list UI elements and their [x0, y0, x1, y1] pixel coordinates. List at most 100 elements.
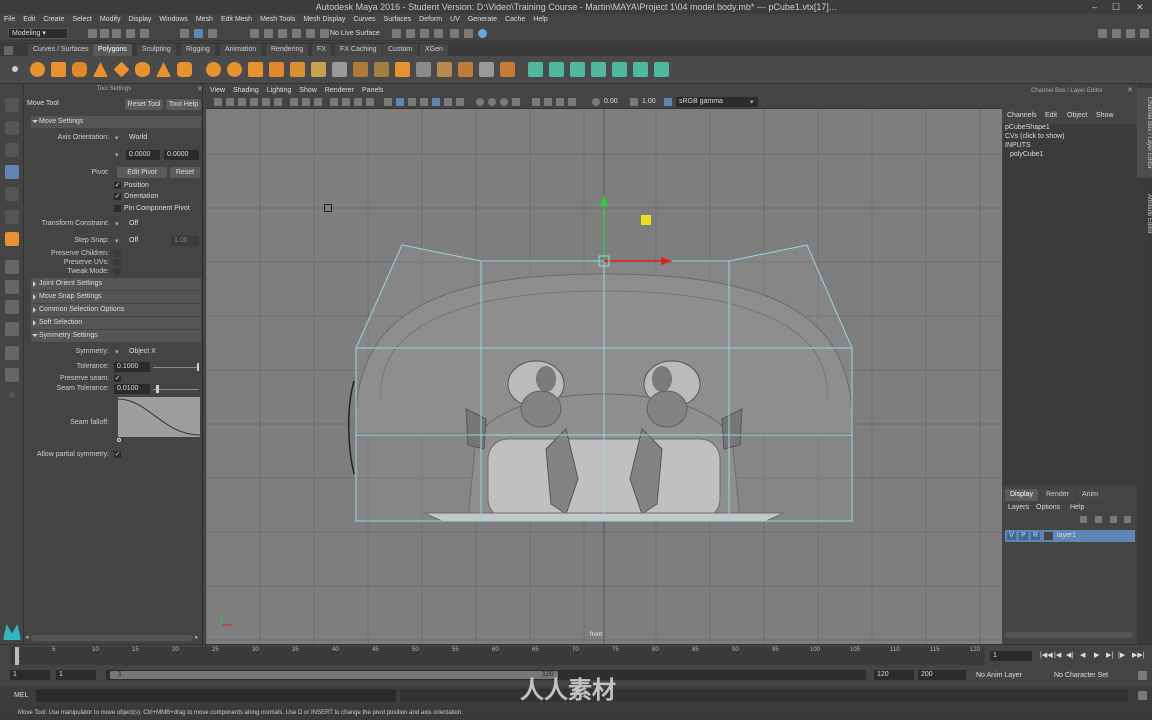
- menu-display[interactable]: Display: [124, 14, 155, 26]
- hypershade-icon[interactable]: [434, 29, 443, 38]
- paint-select-icon[interactable]: [5, 143, 19, 157]
- ambient-occlusion-icon[interactable]: [476, 98, 484, 106]
- curve-key-icon[interactable]: [117, 438, 121, 442]
- shape-node[interactable]: pCubeShape1: [1005, 124, 1050, 131]
- new-scene-icon[interactable]: [88, 29, 97, 38]
- panel-menu-shading[interactable]: Shading: [229, 86, 263, 96]
- new-layer-selected-icon[interactable]: [1124, 516, 1131, 523]
- side-tab-attribute-editor[interactable]: Attribute Editor: [1137, 184, 1152, 244]
- toggle-attr-icon[interactable]: [1126, 29, 1135, 38]
- boolean-icon[interactable]: [269, 62, 284, 77]
- layout-a-icon[interactable]: [5, 300, 19, 314]
- pin-component-pivot-checkbox[interactable]: [114, 205, 121, 212]
- scale-tool-icon[interactable]: [5, 210, 19, 224]
- shelf-tab-polygons[interactable]: Polygons: [93, 44, 132, 56]
- workspace-icon[interactable]: [1098, 29, 1107, 38]
- layer-tab-display[interactable]: Display: [1005, 489, 1038, 501]
- bookmark-icon[interactable]: [238, 98, 246, 106]
- uv-planar-icon[interactable]: [528, 62, 543, 77]
- shelf-tab-animation[interactable]: Animation: [220, 44, 262, 56]
- multi-cut-icon[interactable]: [332, 62, 347, 77]
- menu-uv[interactable]: UV: [446, 14, 464, 26]
- go-to-end-button[interactable]: ▶▶|: [1132, 651, 1145, 659]
- color-management-icon[interactable]: [664, 98, 672, 106]
- edit-menu[interactable]: Edit: [1045, 112, 1057, 119]
- joint-orient-section[interactable]: Joint Orient Settings: [31, 278, 201, 290]
- anim-layer-dropdown[interactable]: No Anim Layer: [976, 672, 1022, 679]
- save-scene-icon[interactable]: [112, 29, 121, 38]
- close-icon[interactable]: ✕: [1127, 86, 1133, 94]
- shelf-tab-fx-caching[interactable]: FX Caching: [335, 44, 382, 56]
- open-scene-icon[interactable]: [100, 29, 109, 38]
- backface-icon[interactable]: [568, 98, 576, 106]
- redo-icon[interactable]: [140, 29, 149, 38]
- mel-label[interactable]: MEL: [14, 692, 28, 699]
- extra-dot-icon[interactable]: [9, 392, 15, 398]
- shelf-menu-icon[interactable]: [12, 66, 18, 72]
- merge-icon[interactable]: [500, 62, 515, 77]
- render-view-icon[interactable]: [450, 29, 459, 38]
- exposure-field[interactable]: 0.00: [604, 98, 618, 105]
- panel-menu-renderer[interactable]: Renderer: [321, 86, 358, 96]
- snap-surface-icon[interactable]: [306, 29, 315, 38]
- menu-edit-mesh[interactable]: Edit Mesh: [217, 14, 256, 26]
- append-icon[interactable]: [458, 62, 473, 77]
- wireframe-on-shaded-icon[interactable]: [408, 98, 416, 106]
- menu-windows[interactable]: Windows: [155, 14, 191, 26]
- toggle-panel-icon[interactable]: [1112, 29, 1121, 38]
- scene-start-field[interactable]: 1: [10, 670, 50, 680]
- help-menu[interactable]: Help: [1070, 504, 1084, 511]
- color-space-dropdown[interactable]: sRGB gamma ▾: [676, 97, 758, 107]
- step-value-field[interactable]: 1.00: [171, 236, 199, 246]
- film-gate-icon[interactable]: [302, 98, 310, 106]
- layer-row[interactable]: V P R layer1: [1005, 530, 1135, 542]
- tweak-mode-checkbox[interactable]: [114, 268, 121, 275]
- step-back-frame-button[interactable]: ◀|: [1066, 651, 1073, 659]
- seam-tolerance-slider-handle[interactable]: [156, 385, 159, 393]
- menu-mesh[interactable]: Mesh: [192, 14, 217, 26]
- camera-attributes-icon[interactable]: [226, 98, 234, 106]
- live-surface-icon[interactable]: [320, 29, 329, 38]
- character-set-dropdown[interactable]: No Character Set: [1054, 672, 1108, 679]
- close-button[interactable]: ✕: [1136, 0, 1144, 14]
- transform-constraint-dropdown[interactable]: Off: [129, 220, 138, 227]
- poly-cube-icon[interactable]: [51, 62, 66, 77]
- step-forward-key-button[interactable]: |▶: [1118, 651, 1125, 659]
- orientation-checkbox[interactable]: ✓: [114, 193, 121, 200]
- menu-mesh-display[interactable]: Mesh Display: [299, 14, 349, 26]
- smooth-shade-icon[interactable]: [396, 98, 404, 106]
- uv-checker-icon[interactable]: [633, 62, 648, 77]
- go-to-start-button[interactable]: |◀◀: [1040, 651, 1053, 659]
- target-weld-icon[interactable]: [353, 62, 368, 77]
- reset-pivot-button[interactable]: Reset: [170, 167, 200, 178]
- move-layer-up-icon[interactable]: [1080, 516, 1087, 523]
- command-input[interactable]: [36, 689, 396, 702]
- playback-end-field[interactable]: 120: [874, 670, 914, 680]
- snap-point-icon[interactable]: [278, 29, 287, 38]
- range-track[interactable]: 1 120: [106, 670, 866, 680]
- pcube-wireframe[interactable]: [355, 244, 853, 522]
- lasso-tool-icon[interactable]: [5, 121, 19, 135]
- field-chart-icon[interactable]: [342, 98, 350, 106]
- layer-tab-render[interactable]: Render: [1041, 489, 1074, 501]
- shelf-tab-sculpting[interactable]: Sculpting: [137, 44, 176, 56]
- seam-falloff-curve[interactable]: [118, 397, 200, 437]
- menu-mesh-tools[interactable]: Mesh Tools: [256, 14, 299, 26]
- snap-view-icon[interactable]: [292, 29, 301, 38]
- render-icon[interactable]: [392, 29, 401, 38]
- bridge-icon[interactable]: [416, 62, 431, 77]
- xray-joints-icon[interactable]: [544, 98, 552, 106]
- new-layer-icon[interactable]: [1110, 516, 1117, 523]
- options-menu[interactable]: Options: [1036, 504, 1060, 511]
- snap-curve-icon[interactable]: [264, 29, 273, 38]
- layer-visibility-toggle[interactable]: V: [1007, 532, 1016, 540]
- panel-menu-view[interactable]: View: [206, 86, 229, 96]
- script-editor-icon[interactable]: [1138, 691, 1147, 700]
- layout-b-icon[interactable]: [5, 322, 19, 336]
- render-settings-icon[interactable]: [420, 29, 429, 38]
- isolate-select-icon[interactable]: [532, 98, 540, 106]
- step-forward-frame-button[interactable]: ▶|: [1106, 651, 1113, 659]
- select-tool-icon[interactable]: [5, 98, 19, 112]
- live-surface-label[interactable]: No Live Surface: [330, 28, 382, 39]
- viewport[interactable]: front: [206, 109, 1002, 644]
